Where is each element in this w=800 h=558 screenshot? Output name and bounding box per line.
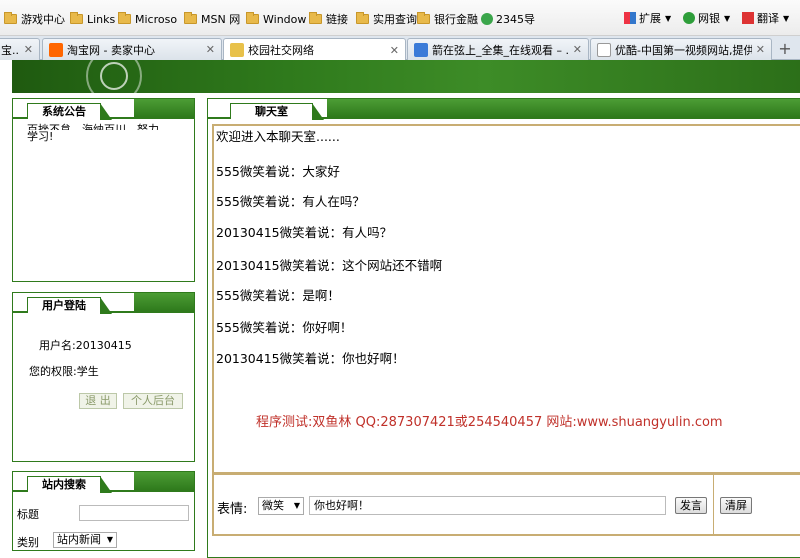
online-banking-button[interactable]: 网银 ▼ [683,10,730,26]
bookmark-microsoft[interactable]: Microso [118,11,177,27]
chat-message: 欢迎进入本聊天室...... [216,129,340,144]
logout-button[interactable]: 退 出 [79,393,117,409]
translate-button[interactable]: 翻译 ▼ [742,10,789,26]
chat-message: 20130415微笑着说：你也好啊！ [216,351,405,366]
close-icon[interactable]: ✕ [756,43,765,56]
login-panel: 用户登陆 用户名:20130415 您的权限:学生 退 出 个人后台 [12,292,195,462]
shield-icon [683,12,695,24]
tab-partial[interactable]: 宝...✕ [0,38,40,60]
chevron-down-icon: ▼ [724,13,731,23]
chevron-down-icon: ▼ [665,13,672,23]
chat-message: 555微笑着说：大家好 [216,164,340,179]
send-button[interactable]: 发言 [675,497,707,514]
bookmark-windows[interactable]: Window [246,11,306,27]
chevron-down-icon: ▼ [293,501,300,510]
chat-message-input[interactable]: 你也好啊！ [309,496,666,515]
translate-icon [742,12,754,24]
notice-panel: 系统公告 百挫不怠，海纳百川，努力 学习! [12,98,195,282]
bookmark-links-cn[interactable]: 链接 [309,11,348,27]
sohu-favicon-icon [414,42,428,57]
folder-icon [70,12,83,24]
page-favicon-icon [597,42,611,57]
folder-icon [417,12,430,24]
extensions-button[interactable]: 扩展 ▼ [624,10,671,26]
tab-youku[interactable]: 优酷-中国第一视频网站,提供... ✕ [590,38,772,60]
bookmark-msn[interactable]: MSN 网 [184,11,240,27]
emotion-select[interactable]: 微笑 ▼ [258,497,304,515]
bookmarks-bar: 游戏中心 Links Microso MSN 网 Window 链接 实用查询 … [0,0,800,36]
category-select[interactable]: 站内新闻 ▼ [53,532,117,548]
bookmark-query[interactable]: 实用查询 [356,11,417,27]
title-field-label: 标题 [17,508,39,521]
taobao-favicon-icon [49,42,63,57]
search-title: 站内搜索 [27,476,112,493]
browser-tab-strip: 宝...✕ 淘宝网 - 卖家中心✕ 校园社交网络✕ 箭在弦上_全集_在线观看 –… [0,36,800,61]
input-bar-divider [713,474,714,536]
emotion-label: 表情: [217,502,248,517]
chat-message: 555微笑着说：你好啊！ [216,320,353,335]
clear-screen-button[interactable]: 清屏 [720,497,752,514]
site-search-panel: 站内搜索 标题 类别 站内新闻 ▼ [12,471,195,551]
chevron-down-icon: ▼ [783,13,790,23]
folder-icon [246,12,259,24]
tab-video-series[interactable]: 箭在弦上_全集_在线观看 – ... ✕ [407,38,589,60]
folder-icon [356,12,369,24]
site-favicon-icon [230,43,244,57]
personal-backend-button[interactable]: 个人后台 [123,393,183,409]
chat-message: 555微笑着说：有人在吗？ [216,194,365,209]
chat-message: 555微笑着说：是啊！ [216,288,340,303]
bookmark-game-center[interactable]: 游戏中心 [4,11,65,27]
bookmark-links[interactable]: Links [70,11,115,27]
tab-campus-social[interactable]: 校园社交网络 ✕ [223,38,406,61]
chevron-down-icon: ▼ [106,535,113,544]
folder-icon [184,12,197,24]
close-icon[interactable]: ✕ [24,43,33,56]
close-icon[interactable]: ✕ [573,43,582,56]
chat-title: 聊天室 [230,103,324,120]
banner-decoration [100,62,128,90]
chat-message: 20130415微笑着说：这个网站还不错啊 [216,258,443,273]
tab-taobao-seller[interactable]: 淘宝网 - 卖家中心 ✕ [42,38,222,60]
new-tab-button[interactable]: + [774,40,796,58]
folder-icon [4,12,17,24]
search-title-input[interactable] [79,505,189,521]
notice-text: 百挫不怠，海纳百川，努力 学习! [27,123,159,143]
bookmark-banking[interactable]: 银行金融 [417,11,478,27]
username-label: 用户名:20130415 [39,339,132,352]
close-icon[interactable]: ✕ [390,44,399,57]
chat-message: 20130415微笑着说：有人吗？ [216,225,393,240]
role-label: 您的权限:学生 [29,365,99,378]
notice-title: 系统公告 [27,103,112,120]
extensions-icon [624,12,636,24]
folder-icon [309,12,322,24]
folder-icon [118,12,131,24]
close-icon[interactable]: ✕ [206,43,215,56]
2345-logo-icon [481,13,493,25]
credit-text: 程序测试:双鱼林 QQ:287307421或254540457 网站:www.s… [256,415,723,430]
bookmark-2345[interactable]: 2345导 [481,11,535,27]
login-title: 用户登陆 [27,297,112,314]
site-banner [12,60,800,93]
